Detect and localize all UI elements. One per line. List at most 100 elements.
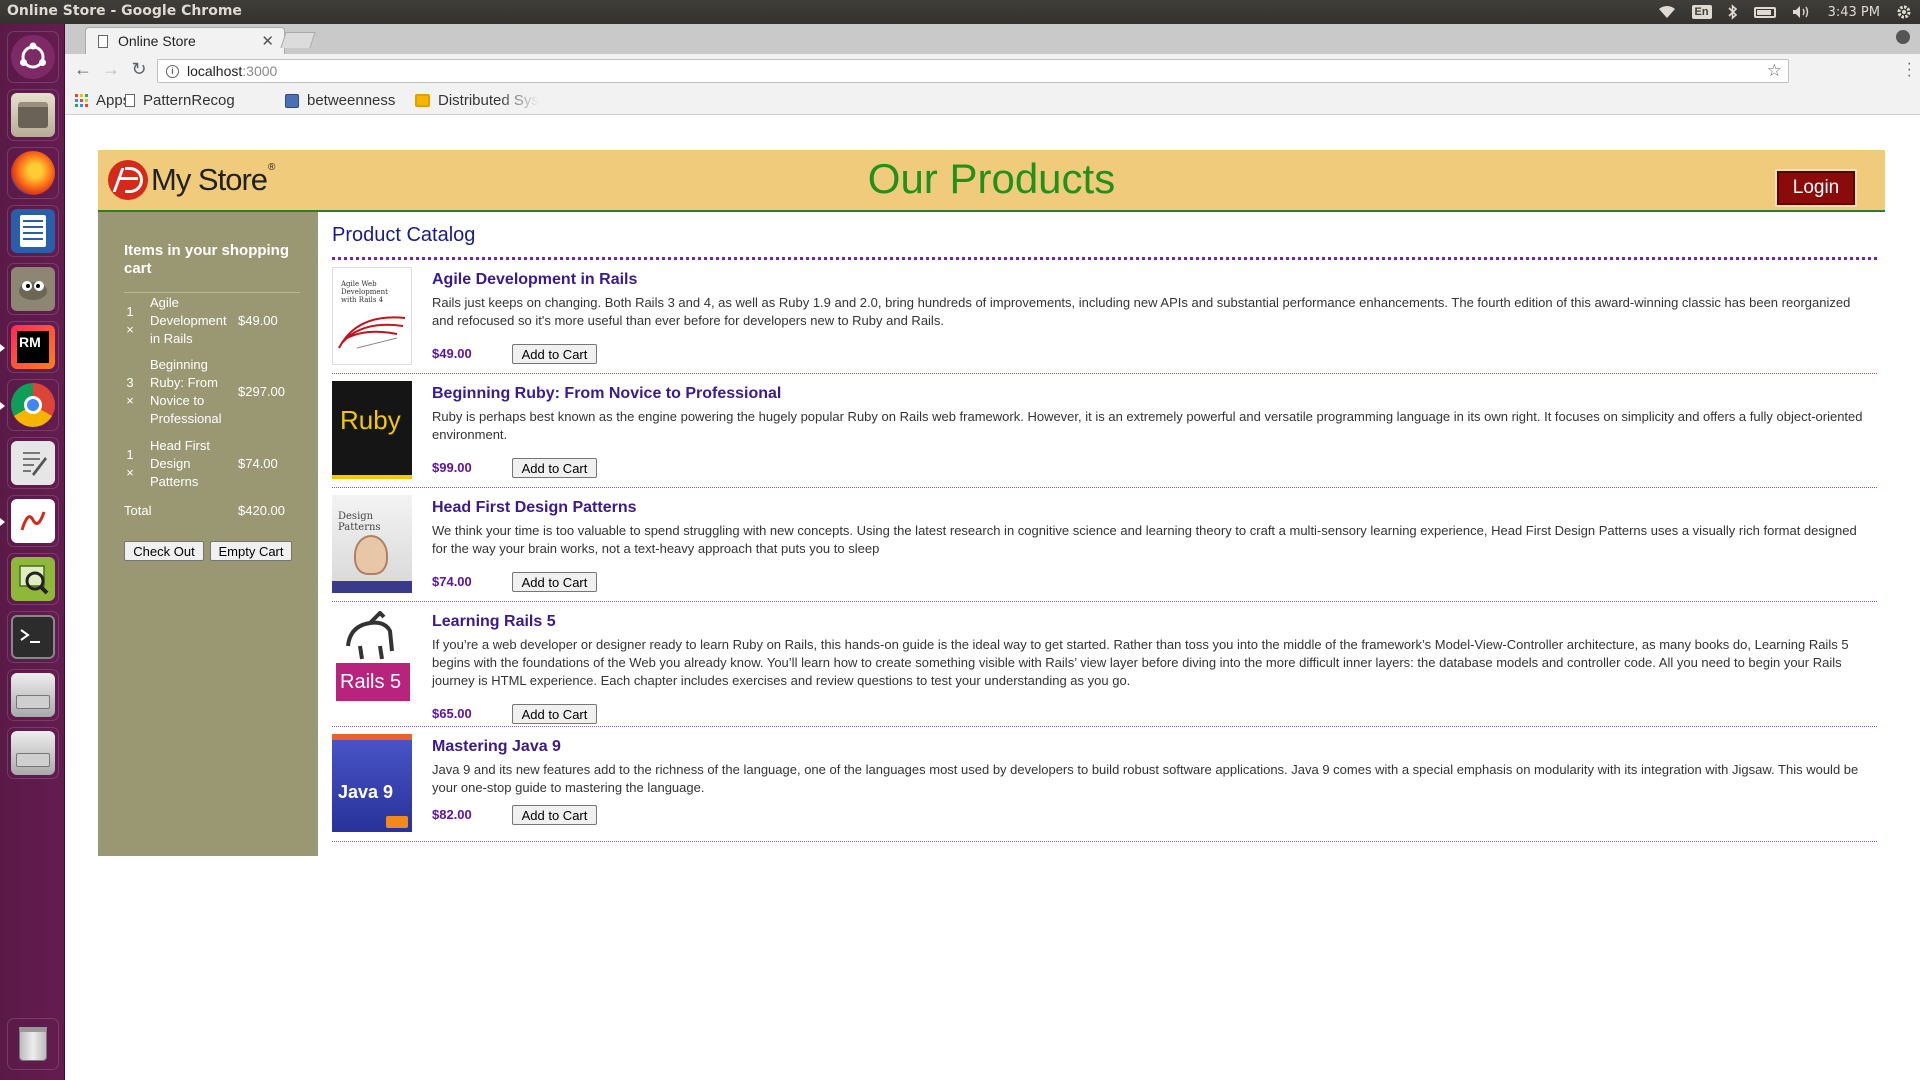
clock[interactable]: 3:43 PM: [1828, 5, 1880, 20]
browser-tab[interactable]: Online Store ✕: [85, 27, 285, 54]
product-entry: Ruby Beginning Ruby: From Novice to Prof…: [332, 375, 1877, 488]
cart-item: 3 × Beginning Ruby: From Novice to Profe…: [124, 356, 314, 428]
volume-icon[interactable]: [1792, 5, 1812, 19]
wifi-icon[interactable]: [1658, 5, 1676, 19]
window-title: Online Store - Google Chrome: [7, 3, 242, 19]
checkout-button[interactable]: Check Out: [124, 541, 204, 561]
forward-arrow-icon[interactable]: →: [99, 59, 123, 80]
page-icon: [125, 94, 135, 107]
cart-item: 1 × Agile Development in Rails $49.00: [124, 294, 314, 348]
book-cover-image[interactable]: Java 9: [332, 734, 412, 832]
product-entry: Java 9 Mastering Java 9 Java 9 and its n…: [332, 728, 1877, 842]
product-entry: Agile Web Development with Rails 4 Agile…: [332, 261, 1877, 374]
writer-icon[interactable]: [7, 205, 59, 257]
product-price: $82.00: [432, 807, 472, 822]
add-to-cart-button[interactable]: Add to Cart: [512, 458, 597, 478]
system-top-panel: Online Store - Google Chrome En 3:43 PM: [0, 0, 1920, 24]
product-price: $99.00: [432, 460, 472, 475]
info-icon[interactable]: i: [166, 64, 179, 78]
pdf-viewer-icon[interactable]: [7, 495, 59, 547]
store-layout: My Store® Our Products Login Items in yo…: [98, 150, 1885, 856]
product-price: $74.00: [432, 574, 472, 589]
files-icon[interactable]: [7, 89, 59, 141]
catalog-title: Product Catalog: [332, 224, 476, 246]
page-title: Our Products: [867, 155, 1116, 202]
image-viewer-icon[interactable]: [7, 553, 59, 605]
bookmark-star-icon[interactable]: ☆: [1767, 61, 1782, 81]
cart-total-label: Total: [124, 503, 152, 518]
product-title[interactable]: Mastering Java 9: [432, 738, 561, 756]
add-to-cart-button[interactable]: Add to Cart: [512, 344, 597, 364]
cart-item-name: Head First Design Patterns: [150, 438, 210, 489]
product-title[interactable]: Beginning Ruby: From Novice to Professio…: [432, 385, 781, 403]
bookmark-betweenness[interactable]: betweenness: [285, 92, 395, 109]
store-banner: My Store® Our Products Login: [98, 150, 1885, 212]
product-title[interactable]: Learning Rails 5: [432, 613, 556, 631]
add-to-cart-button[interactable]: Add to Cart: [512, 704, 597, 724]
book-cover-image[interactable]: Ruby: [332, 381, 412, 479]
bookmarks-bar: Apps PatternRecog betweenness Distribute…: [65, 87, 1920, 115]
bookmark-apps[interactable]: Apps: [75, 92, 130, 109]
back-arrow-icon[interactable]: ←: [71, 59, 95, 80]
book-cover-image[interactable]: Rails 5: [332, 609, 412, 709]
divider: [332, 257, 1877, 260]
product-price: $49.00: [432, 346, 472, 361]
battery-icon[interactable]: [1753, 6, 1776, 18]
bookmark-label: betweenness: [307, 92, 396, 109]
gimp-icon[interactable]: [7, 263, 59, 315]
product-entry: Design Patterns Head First Design Patter…: [332, 489, 1877, 602]
book-cover-image[interactable]: Agile Web Development with Rails 4: [332, 267, 412, 365]
product-description: Rails just keeps on changing. Both Rails…: [432, 295, 1851, 328]
trash-icon[interactable]: [7, 1018, 59, 1070]
cart-item-qty: 1: [126, 304, 134, 319]
url-host: localhost: [187, 63, 243, 79]
cart-item-price: $74.00: [238, 456, 278, 471]
product-price: $65.00: [432, 706, 472, 721]
address-bar[interactable]: i localhost :3000 ☆: [157, 59, 1789, 83]
cart-item-qty: 1: [126, 447, 134, 462]
kebab-menu-icon[interactable]: · · ·: [1907, 56, 1912, 84]
browser-toolbar: ← → ↻ i localhost :3000 ☆ · · ·: [65, 54, 1920, 87]
product-description: Ruby is perhaps best known as the engine…: [432, 409, 1863, 442]
gear-icon[interactable]: [1896, 4, 1912, 20]
product-title[interactable]: Agile Development in Rails: [432, 271, 637, 289]
new-tab-button[interactable]: [280, 32, 316, 48]
add-to-cart-button[interactable]: Add to Cart: [512, 572, 597, 592]
cart-item-price: $49.00: [238, 313, 278, 328]
bluetooth-icon[interactable]: [1728, 4, 1738, 20]
cart-sidebar: Items in your shopping cart 1 × Agile De…: [98, 212, 318, 856]
keyboard-layout-indicator[interactable]: En: [1691, 5, 1712, 19]
bookmark-distributed-sys[interactable]: Distributed Sys: [415, 92, 539, 109]
login-button[interactable]: Login: [1777, 171, 1855, 205]
page-icon: [98, 34, 108, 48]
empty-cart-button[interactable]: Empty Cart: [210, 541, 292, 561]
rubymine-icon[interactable]: RM: [7, 321, 59, 373]
bookmark-label: PatternRecog: [143, 92, 235, 109]
reload-icon[interactable]: ↻: [127, 59, 151, 80]
cart-item-name: Agile Development in Rails: [150, 295, 227, 346]
product-description: We think your time is too valuable to sp…: [432, 523, 1857, 556]
times-icon: ×: [126, 393, 134, 408]
book-cover-image[interactable]: Design Patterns: [332, 495, 412, 593]
product-entry: Rails 5 Learning Rails 5 If you’re a web…: [332, 603, 1877, 727]
drive-icon[interactable]: [7, 669, 59, 721]
text-editor-icon[interactable]: [7, 437, 59, 489]
add-to-cart-button[interactable]: Add to Cart: [512, 805, 597, 825]
cart-item-name: Beginning Ruby: From Novice to Professio…: [150, 357, 222, 426]
firefox-icon[interactable]: [7, 147, 59, 199]
close-icon[interactable]: ✕: [261, 32, 274, 50]
profile-icon[interactable]: [1896, 30, 1910, 44]
terminal-icon[interactable]: [7, 611, 59, 663]
ubuntu-dash-icon[interactable]: [7, 31, 59, 83]
content-columns: Items in your shopping cart 1 × Agile De…: [98, 212, 1885, 856]
product-description: Java 9 and its new features add to the r…: [432, 762, 1859, 795]
drive-icon[interactable]: [7, 727, 59, 779]
chrome-icon[interactable]: [7, 379, 59, 431]
divider: [124, 292, 300, 293]
bookmark-patternrecog[interactable]: PatternRecog: [125, 92, 235, 109]
url-port: :3000: [242, 63, 278, 79]
times-icon: ×: [126, 465, 134, 480]
product-title[interactable]: Head First Design Patterns: [432, 499, 637, 517]
product-description: If you’re a web developer or designer re…: [432, 637, 1849, 688]
cart-item: 1 × Head First Design Patterns $74.00: [124, 437, 314, 491]
